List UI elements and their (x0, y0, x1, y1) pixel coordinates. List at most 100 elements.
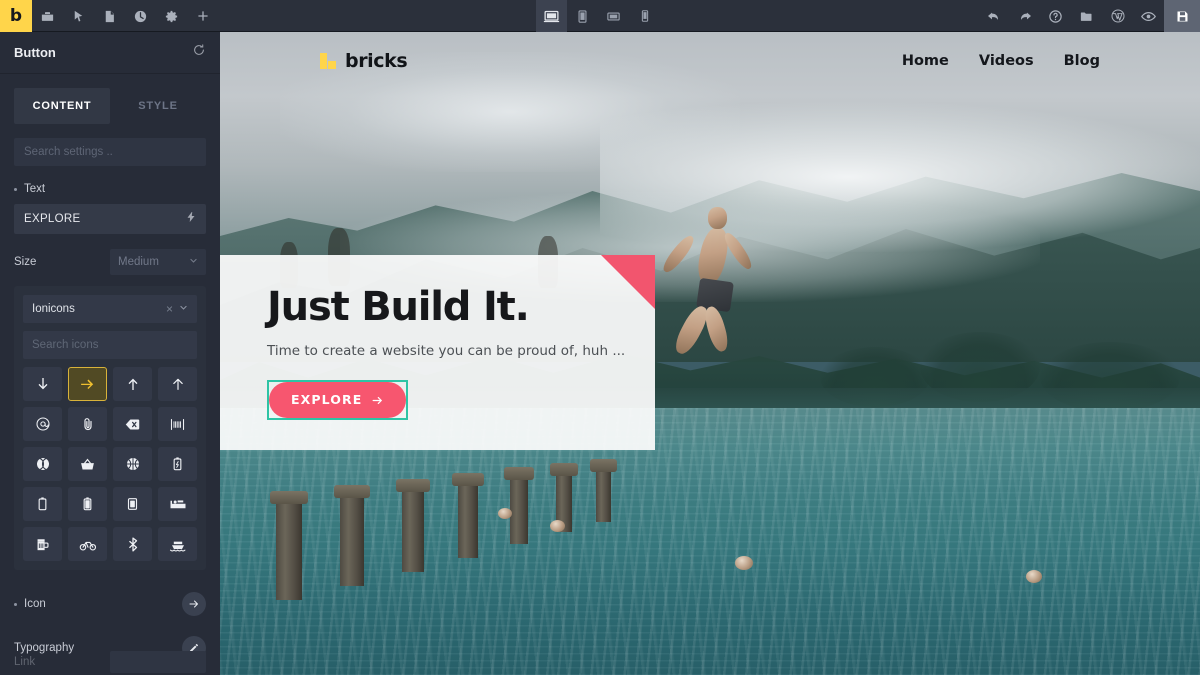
page-canvas: bricks Home Videos Blog Just Build It. T… (220, 32, 1200, 675)
icon-option-barcode[interactable] (158, 407, 197, 441)
hero-content: Just Build It. Time to create a website … (220, 255, 655, 420)
size-label: Size (14, 256, 37, 268)
wordpress-icon[interactable] (1102, 0, 1133, 32)
settings-search-wrap (0, 124, 220, 180)
partial-setting-row: Link (0, 649, 220, 675)
icon-option-basketball[interactable] (113, 447, 152, 481)
arrow-forward-icon (371, 394, 384, 407)
icon-option-backspace[interactable] (113, 407, 152, 441)
partial-setting-label: Link (14, 656, 36, 668)
chevron-down-icon (179, 303, 188, 315)
panel-tabs: CONTENT STYLE (0, 74, 220, 124)
icon-library-value: Ionicons (32, 303, 75, 315)
icon-option-battery-dead[interactable] (23, 487, 62, 521)
size-select[interactable]: Medium (110, 249, 206, 275)
icon-option-bicycle[interactable] (68, 527, 107, 561)
toolbar-left-group (32, 0, 218, 32)
icon-option-baseball[interactable] (23, 447, 62, 481)
hero-title: Just Build It. (267, 284, 530, 330)
text-field-row: EXPLORE (0, 198, 220, 234)
plus-icon[interactable] (187, 0, 218, 32)
explore-button-selection-outline: EXPLORE (267, 380, 409, 420)
photo-piling-3 (396, 479, 430, 572)
gear-icon[interactable] (156, 0, 187, 32)
icon-option-at[interactable] (23, 407, 62, 441)
hero-card: Just Build It. Time to create a website … (220, 255, 655, 450)
photo-piling-2 (334, 485, 370, 586)
icon-option-beer[interactable] (23, 527, 62, 561)
nav-link-videos[interactable]: Videos (979, 53, 1034, 69)
icon-option-battery-full[interactable] (68, 487, 107, 521)
photo-piling-1 (270, 491, 308, 600)
device-tablet-portrait-button[interactable] (567, 0, 598, 32)
site-nav: Home Videos Blog (902, 53, 1100, 69)
icon-option-arrow-up[interactable] (113, 367, 152, 401)
nav-link-blog[interactable]: Blog (1064, 53, 1100, 69)
cursor-icon[interactable] (63, 0, 94, 32)
icon-option-arrow-down[interactable] (23, 367, 62, 401)
undo-icon[interactable] (978, 0, 1009, 32)
partial-setting-control[interactable] (110, 651, 206, 673)
toolbar-spacer-left (218, 0, 536, 31)
tab-style[interactable]: STYLE (110, 88, 206, 124)
icon-option-arrow-forward[interactable] (68, 367, 107, 401)
site-header: bricks Home Videos Blog (220, 32, 1200, 90)
element-settings-panel: Button CONTENT STYLE Text EXPLORE Size M… (0, 32, 220, 675)
toolbar-spacer-right (660, 0, 978, 31)
icon-row-open-button[interactable] (182, 592, 206, 616)
text-section-label: Text (24, 183, 46, 195)
icon-option-attach[interactable] (68, 407, 107, 441)
icon-library-select[interactable]: Ionicons × (23, 295, 197, 323)
icon-option-beaker[interactable] (113, 487, 152, 521)
icon-picker: Ionicons × Search icons (14, 286, 206, 570)
panel-header: Button (0, 32, 220, 74)
photo-swimmer-2 (1026, 570, 1042, 583)
icon-option-bed[interactable] (158, 487, 197, 521)
top-toolbar: b (0, 0, 1200, 32)
icon-row-label: Icon (24, 598, 46, 610)
photo-swimmer-4 (498, 508, 512, 519)
bricks-brand-icon (320, 53, 336, 69)
site-brand[interactable]: bricks (320, 50, 408, 72)
bullet-icon (14, 187, 17, 191)
save-button[interactable] (1164, 0, 1200, 32)
icon-grid (23, 367, 197, 561)
nav-link-home[interactable]: Home (902, 53, 949, 69)
icon-option-battery-charging[interactable] (158, 447, 197, 481)
toolbox-icon[interactable] (32, 0, 63, 32)
photo-jumper-head (708, 207, 727, 229)
panel-title: Button (14, 45, 56, 60)
explore-button[interactable]: EXPLORE (269, 382, 407, 418)
redo-icon[interactable] (1009, 0, 1040, 32)
history-icon[interactable] (125, 0, 156, 32)
tab-content[interactable]: CONTENT (14, 88, 110, 124)
icon-search-input[interactable]: Search icons (23, 331, 197, 359)
pages-icon[interactable] (94, 0, 125, 32)
help-icon[interactable] (1040, 0, 1071, 32)
icon-option-arrow-up-outline[interactable] (158, 367, 197, 401)
bullet-icon (14, 602, 17, 606)
icon-option-bluetooth[interactable] (113, 527, 152, 561)
clear-icon[interactable]: × (166, 302, 173, 316)
photo-piling-5 (504, 467, 534, 544)
settings-search-input[interactable] (14, 138, 206, 166)
device-desktop-button[interactable] (536, 0, 567, 32)
size-value: Medium (118, 256, 159, 268)
device-tablet-landscape-button[interactable] (598, 0, 629, 32)
icon-row: Icon (0, 582, 220, 626)
preview-eye-icon[interactable] (1133, 0, 1164, 32)
bricks-logo-letter: b (9, 6, 23, 26)
button-text-input[interactable]: EXPLORE (14, 204, 206, 234)
icon-option-basket[interactable] (68, 447, 107, 481)
button-text-value: EXPLORE (24, 213, 81, 225)
bricks-logo-button[interactable]: b (0, 0, 32, 32)
device-preview-group (536, 0, 660, 32)
refresh-icon[interactable] (192, 43, 206, 62)
icon-option-boat[interactable] (158, 527, 197, 561)
photo-swimmer-1 (735, 556, 753, 570)
device-mobile-button[interactable] (629, 0, 660, 32)
lightning-bolt-icon[interactable] (185, 210, 197, 228)
toolbar-right-group (978, 0, 1164, 32)
templates-icon[interactable] (1071, 0, 1102, 32)
site-brand-text: bricks (345, 50, 408, 72)
